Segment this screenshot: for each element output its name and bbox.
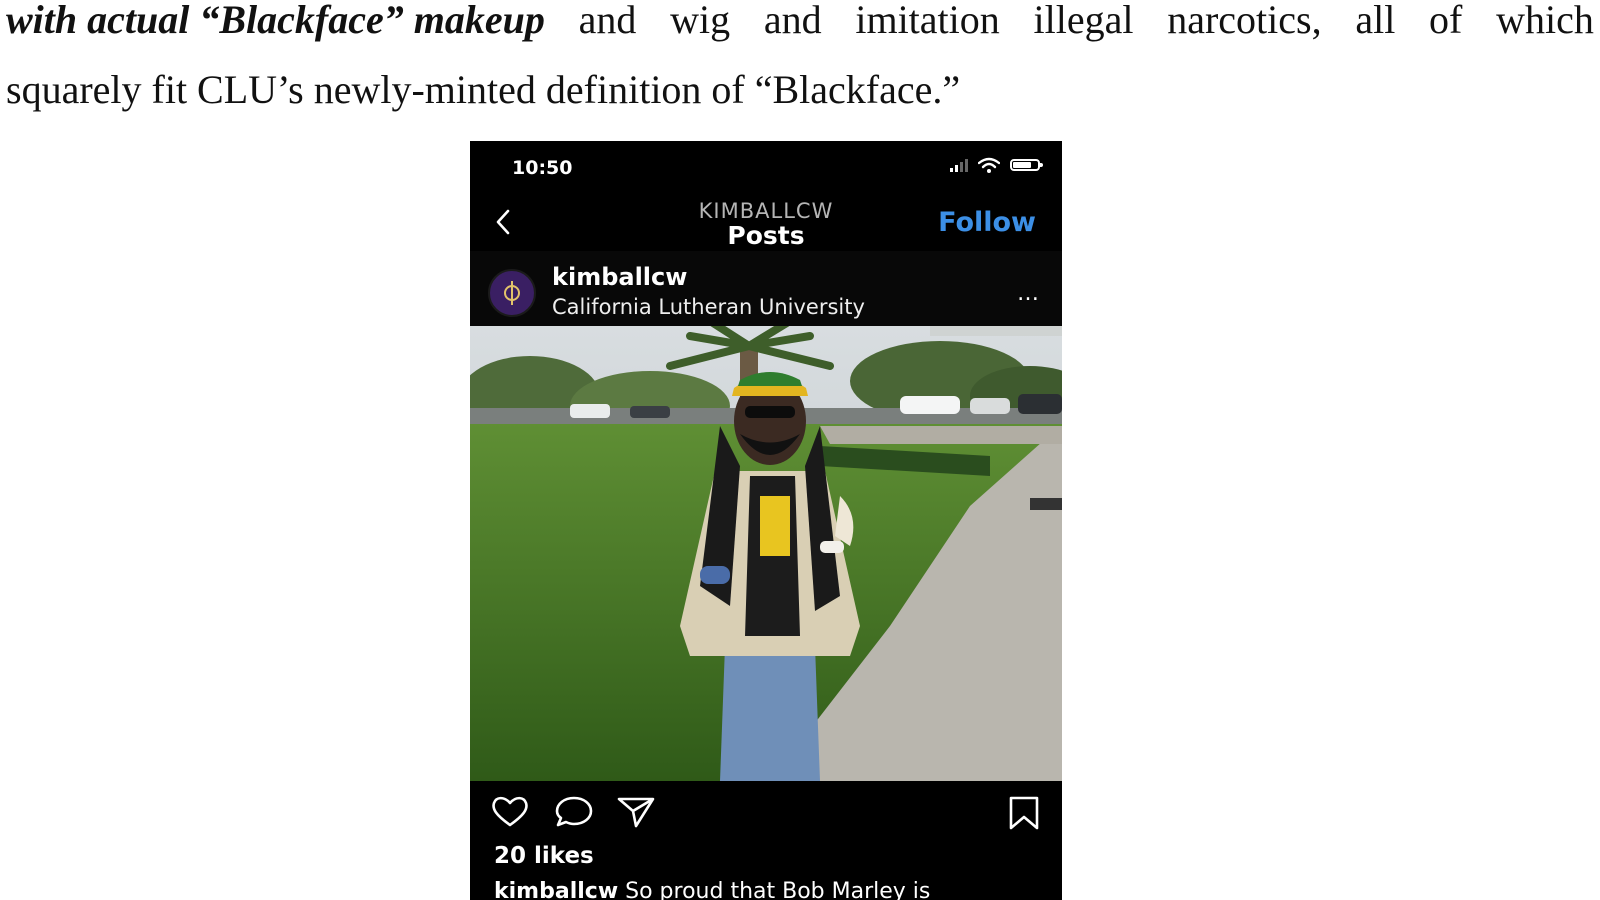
post-header: kimballcw California Lutheran University…: [470, 251, 1062, 326]
line1-word: which: [1496, 0, 1594, 42]
line1-word: imitation: [855, 0, 1000, 42]
post-caption: kimballcw So proud that Bob Marley is: [494, 879, 930, 900]
more-options-icon[interactable]: …: [1017, 281, 1040, 306]
document-line-1: with actual “Blackface” makeup and wig a…: [6, 0, 1594, 40]
caption-username[interactable]: kimballcw: [494, 879, 618, 900]
nav-bar: KIMBALLCW Posts Follow: [470, 195, 1062, 251]
likes-count[interactable]: 20 likes: [494, 843, 594, 869]
heart-icon[interactable]: [490, 795, 530, 829]
cellular-signal-icon: [950, 158, 968, 172]
share-icon[interactable]: [616, 795, 656, 829]
line1-word: illegal: [1033, 0, 1134, 42]
line1-word: all: [1355, 0, 1396, 42]
post-photo[interactable]: [470, 326, 1062, 781]
line1-word: of: [1429, 0, 1463, 42]
line1-word: wig: [670, 0, 731, 42]
post-actions: [470, 781, 1062, 841]
post-username[interactable]: kimballcw: [552, 263, 687, 291]
bookmark-icon[interactable]: [1006, 795, 1042, 831]
follow-button[interactable]: Follow: [938, 207, 1036, 238]
line1-word: and: [763, 0, 822, 42]
comment-icon[interactable]: [554, 795, 594, 829]
costume-photo: [470, 326, 1062, 781]
university-logo-icon: [504, 281, 520, 305]
status-bar: 10:50: [470, 141, 1062, 195]
caption-text: So proud that Bob Marley is: [625, 879, 931, 900]
avatar[interactable]: [488, 269, 536, 317]
document-line-2: squarely fit CLU’s newly-minted definiti…: [6, 67, 961, 112]
battery-icon: [1010, 159, 1043, 171]
wifi-icon: [978, 157, 1000, 173]
line1-word: narcotics,: [1167, 0, 1322, 42]
instagram-screenshot: 10:50 KIMBALLCW Posts Follow kimballcw C…: [470, 141, 1062, 900]
emphasis-text: with actual “Blackface” makeup: [6, 0, 545, 42]
status-time: 10:50: [512, 157, 573, 179]
status-icons: [950, 157, 1043, 173]
post-location[interactable]: California Lutheran University: [552, 295, 865, 319]
line1-word: and: [578, 0, 637, 42]
